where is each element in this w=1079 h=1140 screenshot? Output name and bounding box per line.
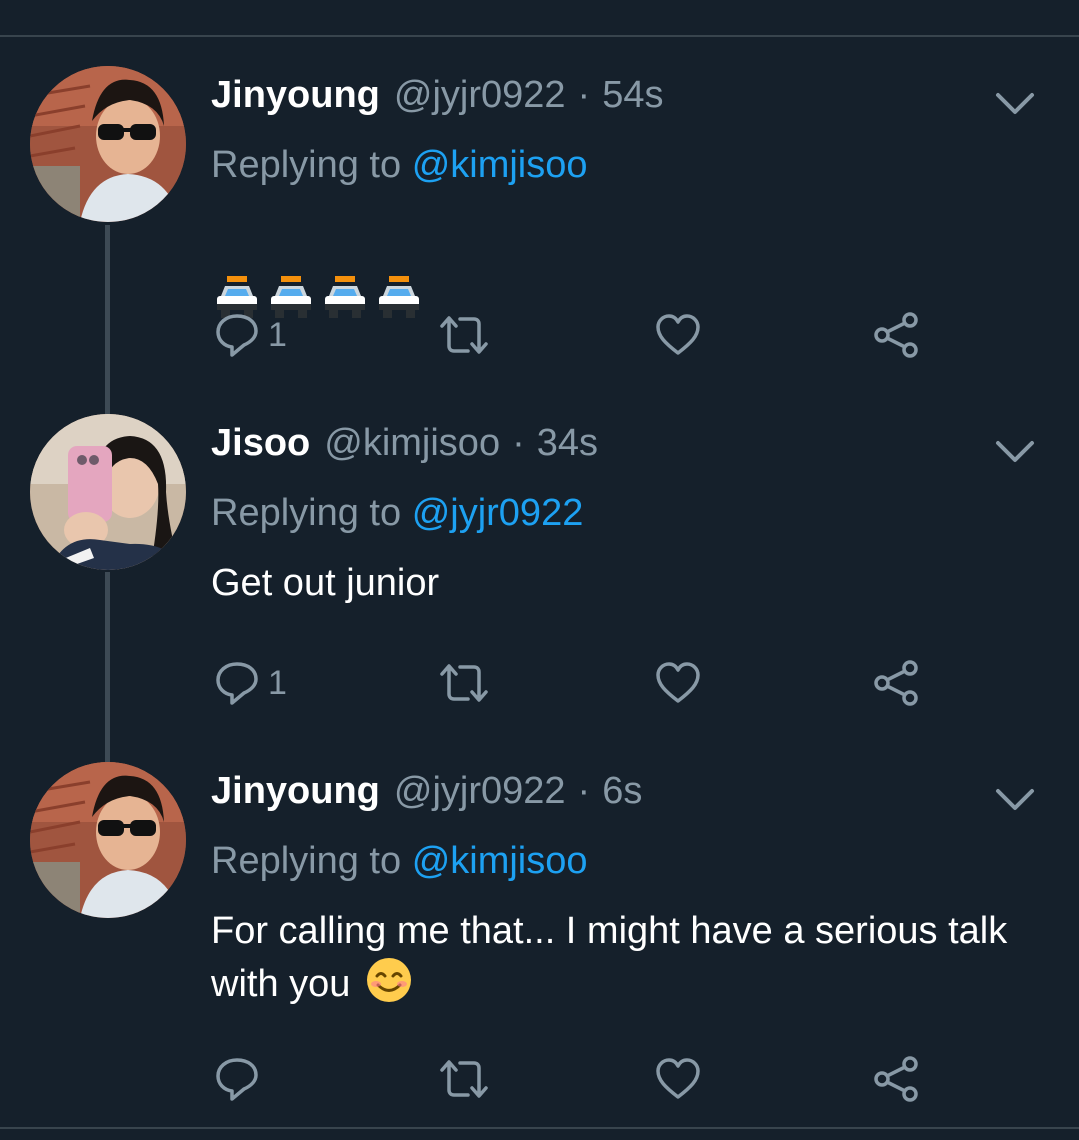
username[interactable]: @kimjisoo [324, 418, 500, 468]
tweet-header: Jinyoung @jyjr0922 · 6s [211, 766, 642, 816]
tweet[interactable]: Jinyoung @jyjr0922 · 6s Replying to @kim… [0, 762, 1079, 1122]
retweet-button[interactable] [438, 310, 490, 360]
reply-count: 1 [268, 663, 287, 702]
separator-dot: · [577, 74, 591, 116]
tweet-header: Jinyoung @jyjr0922 · 54s [211, 70, 663, 120]
avatar[interactable] [30, 66, 186, 222]
reply-button[interactable]: 1 [214, 658, 287, 708]
avatar-image [30, 66, 186, 222]
avatar[interactable] [30, 414, 186, 570]
replying-to: Replying to @kimjisoo [211, 836, 588, 886]
smiling-face-emoji [366, 958, 411, 1002]
like-button[interactable] [655, 658, 701, 708]
reply-icon [216, 1058, 258, 1101]
replying-label: Replying to [211, 144, 402, 186]
retweet-icon [440, 316, 488, 354]
display-name[interactable]: Jinyoung [211, 766, 380, 816]
replying-label: Replying to [211, 492, 402, 534]
replying-to: Replying to @jyjr0922 [211, 488, 583, 538]
display-name[interactable]: Jisoo [211, 418, 310, 468]
share-icon [874, 660, 918, 706]
reply-button[interactable]: 1 [214, 310, 287, 360]
retweet-icon [440, 664, 488, 702]
chevron-down-icon[interactable] [995, 788, 1035, 812]
timestamp[interactable]: 6s [602, 766, 642, 816]
tweet[interactable]: Jisoo @kimjisoo · 34s Replying to @jyjr0… [0, 414, 1079, 744]
display-name[interactable]: Jinyoung [211, 70, 380, 120]
separator-dot: · [512, 422, 525, 464]
reply-icon [216, 662, 258, 705]
reply-icon [216, 314, 258, 357]
share-button[interactable] [872, 658, 920, 708]
share-icon [874, 1056, 918, 1102]
chevron-down-icon[interactable] [995, 440, 1035, 464]
share-button[interactable] [872, 1054, 920, 1104]
username[interactable]: @jyjr0922 [394, 766, 566, 816]
chevron-down-icon[interactable] [995, 92, 1035, 116]
tweet-header: Jisoo @kimjisoo · 34s [211, 418, 598, 468]
replying-to: Replying to @kimjisoo [211, 140, 588, 190]
top-divider [0, 35, 1079, 37]
tweet-text: For calling me that... I might have a se… [211, 906, 1041, 1009]
tweet[interactable]: Jinyoung @jyjr0922 · 54s Replying to @ki… [0, 66, 1079, 396]
avatar-image [30, 414, 186, 570]
timestamp[interactable]: 54s [602, 70, 663, 120]
retweet-button[interactable] [438, 1054, 490, 1104]
mention-link[interactable]: @kimjisoo [412, 144, 588, 186]
separator-dot: · [577, 770, 591, 812]
username[interactable]: @jyjr0922 [394, 70, 566, 120]
avatar[interactable] [30, 762, 186, 918]
reply-count: 1 [268, 315, 287, 354]
share-icon [874, 312, 918, 358]
timestamp[interactable]: 34s [537, 418, 598, 468]
tweet-actions [0, 1054, 1079, 1104]
mention-link[interactable]: @jyjr0922 [412, 492, 584, 534]
tweet-text-content: For calling me that... I might have a se… [211, 910, 1008, 1005]
replying-label: Replying to [211, 840, 402, 882]
share-button[interactable] [872, 310, 920, 360]
reply-button[interactable] [214, 1054, 268, 1104]
retweet-icon [440, 1060, 488, 1098]
tweet-actions: 1 [0, 658, 1079, 708]
avatar-image [30, 762, 186, 918]
like-button[interactable] [655, 310, 701, 360]
bottom-divider [0, 1127, 1079, 1129]
like-icon [656, 662, 700, 703]
tweet-text: Get out junior [211, 562, 440, 604]
like-button[interactable] [655, 1054, 701, 1104]
like-icon [656, 314, 700, 355]
tweet-actions: 1 [0, 310, 1079, 360]
like-icon [656, 1058, 700, 1099]
mention-link[interactable]: @kimjisoo [412, 840, 588, 882]
retweet-button[interactable] [438, 658, 490, 708]
